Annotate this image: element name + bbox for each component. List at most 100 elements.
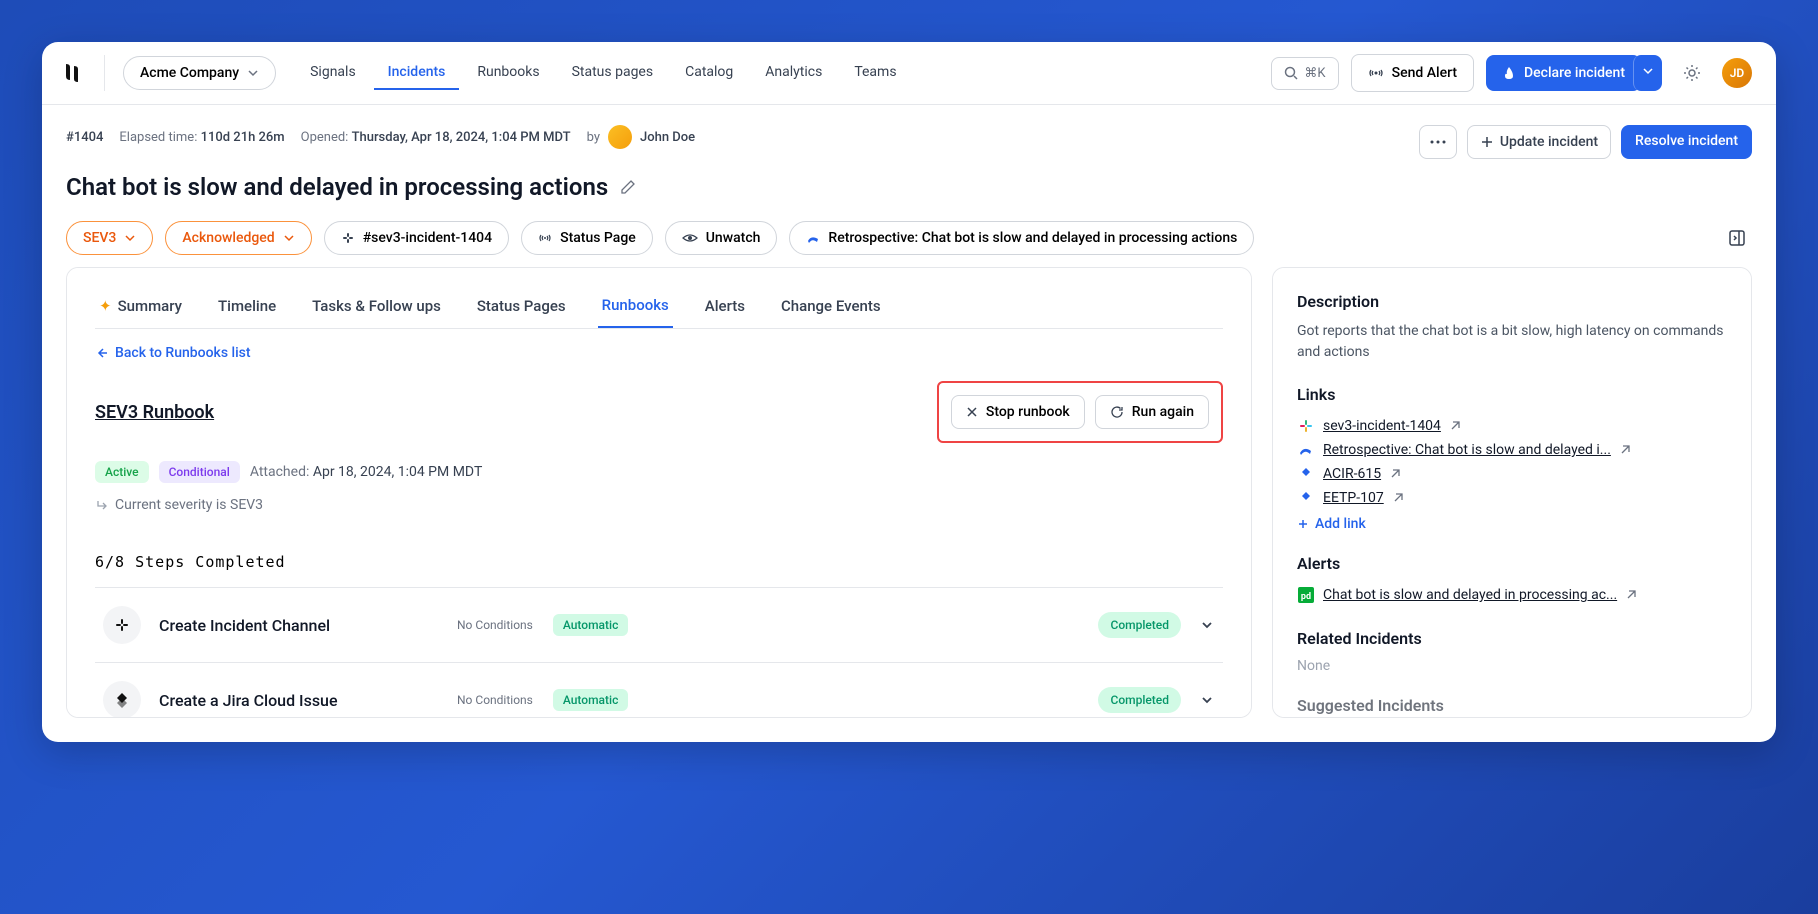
side-panel: Description Got reports that the chat bo… [1272, 267, 1752, 718]
collapse-panel-button[interactable] [1722, 223, 1752, 253]
update-incident-button[interactable]: Update incident [1467, 125, 1611, 159]
link-item: EETP-107 [1297, 486, 1727, 510]
external-icon[interactable] [1625, 589, 1637, 601]
status-pill[interactable]: Acknowledged [165, 221, 311, 255]
jira-icon [1297, 490, 1315, 506]
nav-tab-statuspages[interactable]: Status pages [558, 56, 668, 90]
settings-button[interactable] [1674, 55, 1710, 91]
link-text[interactable]: ACIR-615 [1323, 466, 1381, 482]
back-to-runbooks-link[interactable]: Back to Runbooks list [95, 345, 1223, 361]
navbar: Acme Company Signals Incidents Runbooks … [42, 42, 1776, 105]
send-alert-button[interactable]: Send Alert [1351, 54, 1474, 92]
chevron-down-icon [1199, 692, 1215, 708]
related-none: None [1297, 658, 1727, 674]
nav-tab-incidents[interactable]: Incidents [374, 56, 460, 90]
alert-text[interactable]: Chat bot is slow and delayed in processi… [1323, 587, 1617, 603]
add-link-button[interactable]: Add link [1297, 516, 1727, 532]
subtab-timeline[interactable]: Timeline [214, 288, 280, 328]
author-name: John Doe [640, 130, 695, 145]
expand-step-button[interactable] [1199, 692, 1215, 708]
more-actions-button[interactable] [1419, 125, 1457, 159]
active-tag: Active [95, 461, 149, 483]
declare-dropdown[interactable] [1633, 55, 1662, 91]
fire-icon [1502, 66, 1516, 80]
subtab-change-events[interactable]: Change Events [777, 288, 885, 328]
severity-pill[interactable]: SEV3 [66, 221, 153, 255]
retrospective-pill[interactable]: Retrospective: Chat bot is slow and dela… [789, 221, 1254, 255]
slack-icon [1297, 418, 1315, 434]
external-icon[interactable] [1392, 492, 1404, 504]
runbook-title[interactable]: SEV3 Runbook [95, 402, 214, 423]
conditional-tag: Conditional [159, 461, 240, 483]
user-avatar[interactable]: JD [1722, 58, 1752, 88]
logo [58, 59, 86, 87]
broadcast-icon [538, 231, 552, 245]
broadcast-icon [1368, 65, 1384, 81]
nav-tab-runbooks[interactable]: Runbooks [463, 56, 553, 90]
suggested-incidents-heading: Suggested Incidents [1297, 696, 1727, 715]
incident-subtabs: ✦Summary Timeline Tasks & Follow ups Sta… [95, 288, 1223, 329]
highlighted-actions: Stop runbook Run again [937, 381, 1223, 443]
related-incidents-heading: Related Incidents [1297, 629, 1727, 648]
subtab-summary[interactable]: ✦Summary [95, 288, 186, 328]
nav-tab-catalog[interactable]: Catalog [671, 56, 747, 90]
close-icon [966, 406, 978, 418]
nav-tab-signals[interactable]: Signals [296, 56, 370, 90]
jira-icon [103, 681, 141, 718]
plus-icon [1297, 518, 1309, 530]
resolve-incident-button[interactable]: Resolve incident [1621, 125, 1752, 159]
run-again-button[interactable]: Run again [1095, 395, 1209, 429]
plus-icon [1480, 135, 1494, 149]
search-icon [1284, 66, 1298, 80]
external-icon[interactable] [1449, 420, 1461, 432]
slack-channel-pill[interactable]: #sev3-incident-1404 [324, 221, 509, 255]
company-switcher[interactable]: Acme Company [123, 56, 276, 90]
external-icon[interactable] [1389, 468, 1401, 480]
link-text[interactable]: sev3-incident-1404 [1323, 418, 1441, 434]
search-button[interactable]: ⌘K [1271, 57, 1338, 90]
search-shortcut: ⌘K [1304, 66, 1325, 81]
panel-icon [1728, 229, 1746, 247]
subtab-tasks[interactable]: Tasks & Follow ups [308, 288, 445, 328]
status-badge: Completed [1098, 687, 1181, 713]
nav-tab-teams[interactable]: Teams [840, 56, 910, 90]
link-text[interactable]: EETP-107 [1323, 490, 1384, 506]
step-title: Create a Jira Cloud Issue [159, 691, 429, 710]
stop-runbook-button[interactable]: Stop runbook [951, 395, 1085, 429]
slack-icon [341, 231, 355, 245]
jira-icon [1297, 466, 1315, 482]
chevron-down-icon [283, 232, 295, 244]
slack-icon [103, 606, 141, 644]
edit-title-button[interactable] [620, 179, 636, 195]
step-title: Create Incident Channel [159, 616, 429, 635]
arrow-left-icon [95, 346, 109, 360]
description-heading: Description [1297, 292, 1727, 311]
subtab-alerts[interactable]: Alerts [701, 288, 749, 328]
description-text: Got reports that the chat bot is a bit s… [1297, 321, 1727, 363]
company-name: Acme Company [140, 65, 239, 81]
link-item: sev3-incident-1404 [1297, 414, 1727, 438]
incident-title: Chat bot is slow and delayed in processi… [66, 173, 608, 201]
nav-tab-analytics[interactable]: Analytics [751, 56, 836, 90]
steps-counter: 6/8 Steps Completed [95, 553, 1223, 571]
pencil-icon [620, 179, 636, 195]
chevron-down-icon [1199, 617, 1215, 633]
link-text[interactable]: Retrospective: Chat bot is slow and dela… [1323, 442, 1611, 458]
subtab-runbooks[interactable]: Runbooks [598, 288, 673, 328]
refresh-icon [1110, 405, 1124, 419]
severity-note: Current severity is SEV3 [95, 497, 1223, 513]
confluence-icon [806, 231, 820, 245]
expand-step-button[interactable] [1199, 617, 1215, 633]
links-heading: Links [1297, 385, 1727, 404]
gear-icon [1682, 63, 1702, 83]
status-badge: Completed [1098, 612, 1181, 638]
alert-item: pd Chat bot is slow and delayed in proce… [1297, 583, 1727, 607]
nav-tabs: Signals Incidents Runbooks Status pages … [296, 56, 910, 90]
status-page-pill[interactable]: Status Page [521, 221, 653, 255]
dots-icon [1430, 140, 1446, 144]
main-panel: ✦Summary Timeline Tasks & Follow ups Sta… [66, 267, 1252, 718]
subtab-statuspages[interactable]: Status Pages [473, 288, 570, 328]
declare-incident-button[interactable]: Declare incident [1486, 55, 1641, 91]
external-icon[interactable] [1619, 444, 1631, 456]
unwatch-pill[interactable]: Unwatch [665, 221, 778, 255]
